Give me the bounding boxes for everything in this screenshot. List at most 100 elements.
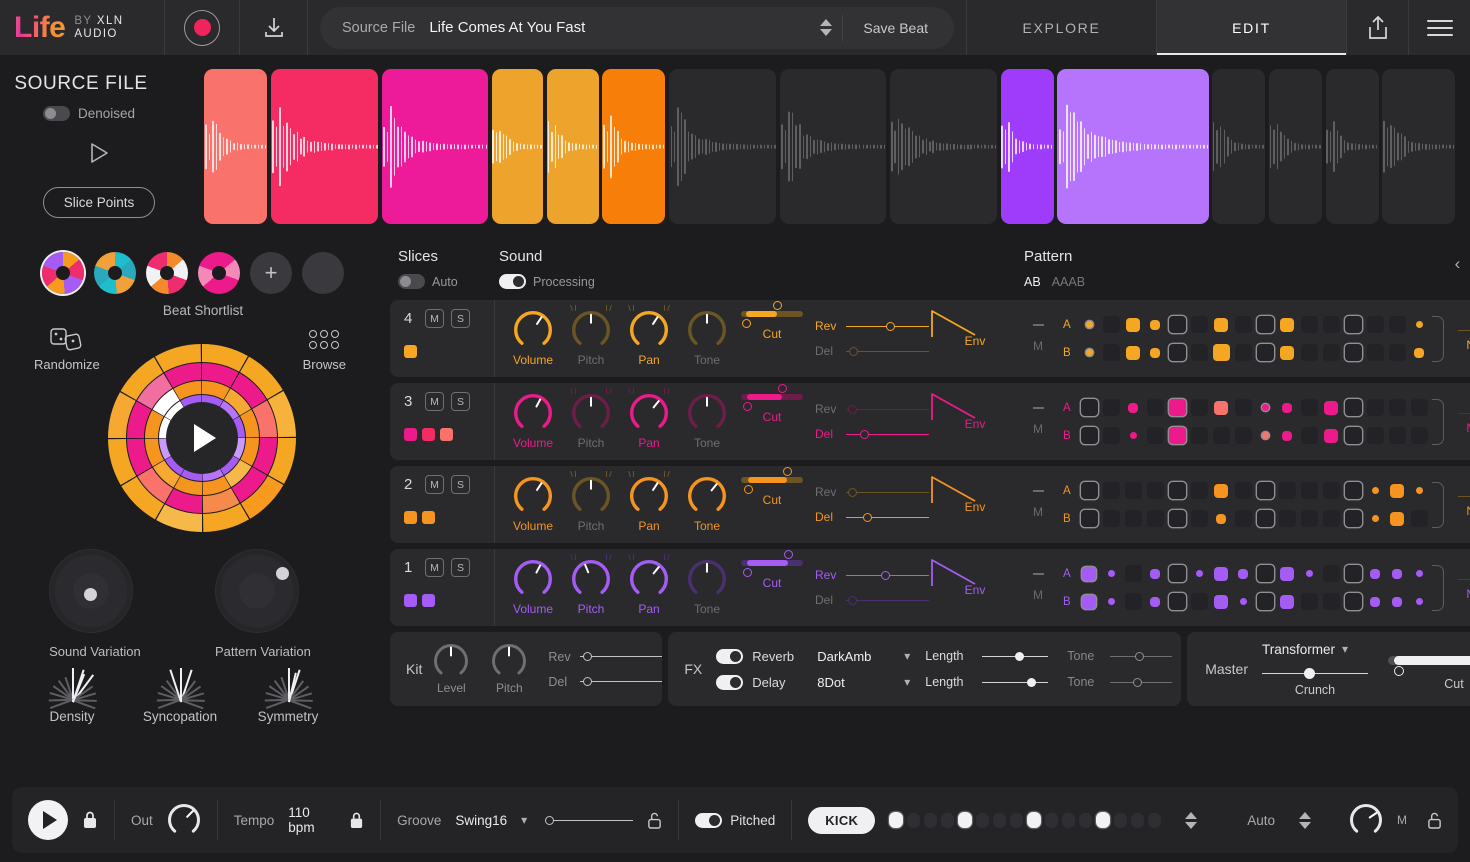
send-rev[interactable]: Rev [815, 485, 929, 499]
kit-rev-slider[interactable]: Rev [548, 650, 662, 664]
track-mute-button[interactable]: M [425, 558, 444, 577]
send-del[interactable]: Del [815, 593, 929, 607]
track-nudge[interactable]: Nudge [1448, 492, 1470, 518]
sequencer-step[interactable] [1144, 505, 1166, 533]
track-cut[interactable]: Cut [735, 300, 809, 377]
sequencer-step[interactable] [1276, 394, 1298, 422]
kit-del-slider[interactable]: Del [548, 675, 662, 689]
sequencer-step[interactable] [1144, 477, 1166, 505]
sequencer-step[interactable] [1100, 339, 1122, 367]
sequencer-step[interactable] [1188, 311, 1210, 339]
waveform-slice[interactable] [1269, 69, 1322, 224]
sequencer-step[interactable] [1122, 505, 1144, 533]
sequencer-step[interactable] [1342, 588, 1364, 616]
waveform-slice[interactable] [1326, 69, 1379, 224]
track-envelope[interactable]: Env [929, 549, 1021, 626]
sequencer-step[interactable] [1122, 311, 1144, 339]
sequencer-step[interactable] [1276, 560, 1298, 588]
track-swatch[interactable] [422, 428, 435, 441]
sequencer-step[interactable] [1232, 422, 1254, 450]
kick-stepper[interactable] [1175, 812, 1207, 829]
sequencer-step[interactable] [1188, 422, 1210, 450]
lock-icon[interactable] [82, 810, 98, 830]
sequencer-step[interactable] [1166, 394, 1188, 422]
sequencer-step[interactable] [1078, 560, 1100, 588]
knob-pitch[interactable]: Pitch [563, 393, 619, 450]
waveform-slice[interactable] [382, 69, 488, 224]
knob-volume[interactable]: Volume [505, 476, 561, 533]
sequencer-step[interactable] [1144, 394, 1166, 422]
sequencer-step[interactable] [1210, 477, 1232, 505]
kick-step[interactable] [1045, 813, 1058, 828]
source-file-stepper[interactable] [810, 19, 842, 36]
sequencer-step[interactable] [1232, 477, 1254, 505]
sequencer-step[interactable] [1166, 339, 1188, 367]
waveform-slice[interactable] [780, 69, 886, 224]
sequencer-step[interactable] [1364, 311, 1386, 339]
sequencer-step[interactable] [1320, 394, 1342, 422]
waveform-canvas[interactable] [198, 69, 1458, 224]
sequencer-step[interactable] [1320, 339, 1342, 367]
source-play-button[interactable] [87, 141, 111, 165]
sequencer-step[interactable] [1188, 477, 1210, 505]
waveform-slice[interactable] [204, 69, 267, 224]
send-rev[interactable]: Rev [815, 319, 929, 333]
sequencer-step[interactable] [1166, 311, 1188, 339]
sequencer-step[interactable] [1254, 505, 1276, 533]
beat-shortlist[interactable]: + [12, 244, 382, 294]
randomize-button[interactable]: Randomize [34, 326, 100, 372]
track-swatch[interactable] [422, 511, 435, 524]
sequencer-step[interactable] [1232, 588, 1254, 616]
sequencer-step[interactable] [1342, 560, 1364, 588]
knob-tone[interactable]: Tone [679, 310, 735, 367]
kick-step[interactable] [958, 812, 972, 828]
sequencer-step[interactable] [1254, 560, 1276, 588]
track-solo-button[interactable]: S [451, 558, 470, 577]
sequencer-step[interactable] [1254, 394, 1276, 422]
sequencer-step[interactable] [1210, 339, 1232, 367]
pattern-prev-icon[interactable]: ‹ [1455, 254, 1461, 289]
sequencer-step[interactable] [1232, 560, 1254, 588]
knob-pan[interactable]: Pan [621, 476, 677, 533]
track-swatch[interactable] [404, 511, 417, 524]
sequencer-step[interactable] [1408, 560, 1430, 588]
sequencer-step[interactable] [1320, 560, 1342, 588]
waveform-slice[interactable] [1057, 69, 1208, 224]
sequencer-step[interactable] [1386, 394, 1408, 422]
sequencer-step[interactable] [1210, 311, 1232, 339]
sequencer-step[interactable] [1386, 588, 1408, 616]
kick-step[interactable] [1062, 813, 1075, 828]
sequencer-step[interactable] [1144, 560, 1166, 588]
sequencer-step[interactable] [1144, 339, 1166, 367]
send-rev[interactable]: Rev [815, 402, 929, 416]
out-knob[interactable] [167, 803, 201, 837]
browse-button[interactable]: Browse [303, 326, 346, 372]
sequencer-step[interactable] [1298, 505, 1320, 533]
processing-toggle-row[interactable]: Processing [499, 274, 1024, 289]
kick-step[interactable] [1148, 813, 1161, 828]
sequencer-step[interactable] [1320, 477, 1342, 505]
track-envelope[interactable]: Env [929, 300, 1021, 377]
sequencer-step[interactable] [1100, 505, 1122, 533]
sequencer-step[interactable] [1210, 422, 1232, 450]
track-mute-button[interactable]: M [425, 309, 444, 328]
kick-step[interactable] [1096, 812, 1110, 828]
sequencer-step[interactable] [1122, 422, 1144, 450]
sequencer-step[interactable] [1100, 311, 1122, 339]
waveform-slice[interactable] [890, 69, 997, 224]
track-mute-button[interactable]: M [425, 392, 444, 411]
download-button[interactable] [240, 0, 308, 55]
knob-volume[interactable]: Volume [505, 559, 561, 616]
add-beat-button[interactable]: + [250, 252, 292, 294]
kick-step-sequencer[interactable] [889, 812, 1161, 828]
sequencer-step[interactable] [1320, 422, 1342, 450]
save-beat-button[interactable]: Save Beat [843, 20, 948, 36]
groove-amount-slider[interactable] [545, 816, 633, 825]
knob-volume[interactable]: Volume [505, 310, 561, 367]
sequencer-step[interactable] [1298, 588, 1320, 616]
send-del[interactable]: Del [815, 427, 929, 441]
sequencer-step[interactable] [1408, 588, 1430, 616]
fx-preset[interactable]: 8Dot [817, 675, 895, 690]
sequencer-step[interactable] [1408, 422, 1430, 450]
fx-tone-slider[interactable] [1110, 678, 1172, 687]
